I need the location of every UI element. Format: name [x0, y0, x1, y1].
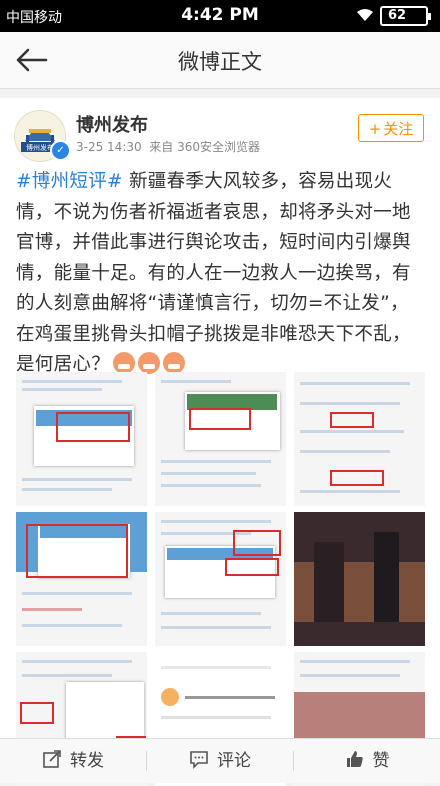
follow-label: 关注 — [383, 120, 414, 138]
image-grid — [16, 372, 426, 786]
clock: 4:42 PM — [181, 5, 259, 25]
post-date: 3-25 14:30 — [76, 140, 142, 154]
verified-badge-icon: ✓ — [50, 140, 71, 161]
image-thumbnail[interactable] — [155, 372, 286, 506]
image-thumbnail[interactable] — [294, 512, 425, 646]
plus-icon: + — [368, 120, 382, 138]
comment-button[interactable]: 评论 — [147, 739, 293, 783]
battery-icon: 62 — [380, 6, 431, 26]
follow-button[interactable]: + 关注 — [358, 114, 424, 142]
repost-icon — [43, 750, 61, 768]
comment-label: 评论 — [217, 751, 251, 771]
post-text: #博州短评# 新疆春季大风较多，容易出现火情，不说为伤者祈福逝者哀思，却将矛头对… — [16, 167, 426, 381]
post-body: 新疆春季大风较多，容易出现火情，不说为伤者祈福逝者哀思，却将矛头对一地官博，并借… — [16, 171, 411, 375]
post-source: 来自 360安全浏览器 — [149, 140, 261, 154]
like-label: 赞 — [372, 751, 390, 771]
image-thumbnail[interactable] — [16, 512, 147, 646]
repost-button[interactable]: 转发 — [0, 739, 146, 783]
repost-label: 转发 — [70, 751, 104, 771]
image-thumbnail[interactable] — [155, 512, 286, 646]
angry-emoji-icon — [138, 352, 161, 374]
page-title: 微博正文 — [178, 50, 262, 74]
author-name[interactable]: 博州发布 — [76, 111, 148, 137]
post-meta: 3-25 14:30 来自 360安全浏览器 — [76, 138, 260, 155]
angry-emoji-icon — [163, 352, 186, 374]
image-thumbnail[interactable] — [294, 372, 425, 506]
top-nav-bar: 微博正文 — [0, 32, 440, 89]
wifi-icon — [357, 9, 373, 21]
thumbs-up-icon — [346, 751, 363, 767]
like-button[interactable]: 赞 — [294, 739, 440, 783]
bottom-action-bar: 转发 评论 赞 — [0, 738, 440, 783]
hashtag-link[interactable]: #博州短评# — [16, 171, 123, 192]
comment-icon — [190, 751, 208, 769]
battery-level: 62 — [388, 8, 407, 23]
status-bar: 中国移动 4:42 PM 62 — [0, 0, 440, 32]
image-thumbnail[interactable] — [16, 372, 147, 506]
angry-emoji-icon — [113, 352, 136, 374]
